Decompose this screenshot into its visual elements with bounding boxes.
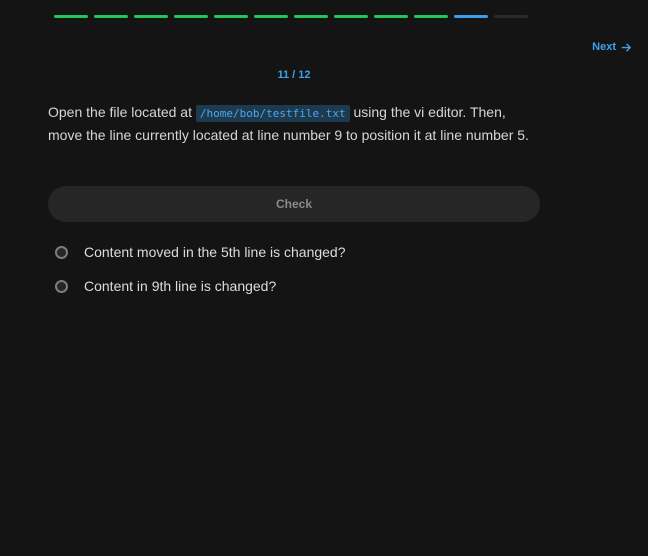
radio-button[interactable] (55, 279, 68, 293)
progress-bar (54, 15, 528, 18)
question-text: Open the file located at /home/bob/testf… (48, 102, 543, 146)
progress-segment (214, 15, 248, 18)
next-label: Next (592, 41, 616, 53)
radio-button[interactable] (55, 245, 68, 259)
progress-segment (54, 15, 88, 18)
option-item[interactable]: Content moved in the 5th line is changed… (55, 244, 346, 260)
option-item[interactable]: Content in 9th line is changed? (55, 278, 276, 294)
progress-segment (294, 15, 328, 18)
option-label: Content moved in the 5th line is changed… (84, 244, 346, 260)
question-text-before: Open the file located at (48, 104, 196, 120)
progress-segment (414, 15, 448, 18)
progress-segment (94, 15, 128, 18)
progress-segment (254, 15, 288, 18)
next-button[interactable]: Next (592, 41, 632, 53)
arrow-right-icon (621, 43, 631, 51)
progress-segment (334, 15, 368, 18)
question-counter: 11 / 12 (277, 69, 311, 81)
progress-segment (494, 15, 528, 18)
progress-segment (374, 15, 408, 18)
file-path-code: /home/bob/testfile.txt (195, 105, 350, 122)
progress-segment (174, 15, 208, 18)
option-label: Content in 9th line is changed? (84, 278, 277, 294)
check-button[interactable]: Check (48, 186, 540, 222)
progress-segment (134, 15, 168, 18)
progress-segment-current (454, 15, 488, 18)
